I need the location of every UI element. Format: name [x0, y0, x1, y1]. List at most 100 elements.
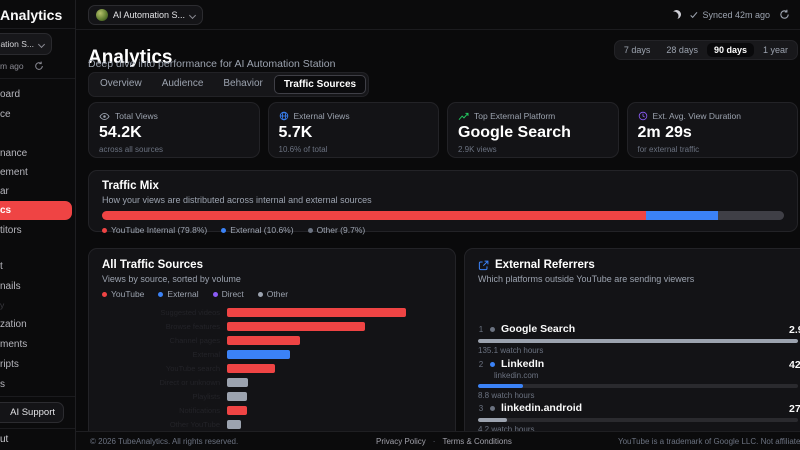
sidebar-item-ments[interactable]: ments [0, 336, 76, 353]
bar-category-label: Channel pages [169, 335, 220, 345]
divider [0, 396, 75, 397]
legend-label: YouTube [111, 289, 145, 299]
stat-subtext: across all sources [99, 145, 164, 154]
sidebar-channel-label: mation S... [0, 39, 34, 49]
sources-title: All Traffic Sources [102, 259, 203, 271]
sidebar-item-scripts[interactable]: ripts [0, 356, 76, 373]
referrers-subtitle: Which platforms outside YouTube are send… [478, 274, 695, 284]
legend-dot-icon [102, 291, 107, 297]
sync-label: m ago [0, 61, 24, 71]
sidebar-item-ement[interactable]: ement [0, 164, 76, 181]
external-referrers-card: External Referrers Which platforms outsi… [464, 248, 800, 432]
tab-overview[interactable]: Overview [91, 75, 151, 94]
sidebar-item-t[interactable]: t [0, 258, 76, 275]
legend-item: External [158, 289, 199, 299]
bar-category-label: External [192, 349, 220, 359]
legend-item: External (10.6%) [221, 225, 294, 235]
referrer-value: 27 [789, 403, 800, 415]
range-button-7-days[interactable]: 7 days [617, 43, 658, 57]
sidebar: Analytics mation S... m ago oard ce nance e… [0, 0, 76, 450]
referrer-progress-fill [478, 339, 798, 343]
stats-row: Total Views 54.2K across all sources Ext… [88, 102, 798, 158]
stat-value: 2m 29s [637, 124, 692, 141]
traffic-mix-stacked-bar [102, 211, 784, 220]
tab-traffic-sources[interactable]: Traffic Sources [273, 75, 367, 94]
referrer-progress-track [478, 418, 798, 422]
referrer-row-google-search[interactable]: 1 Google Search 2.9K 135.1 watch hours [478, 323, 800, 355]
chevron-down-icon [189, 11, 197, 19]
sidebar-item-analytics[interactable]: cs [0, 201, 72, 220]
ai-support-button[interactable]: AI Support [0, 402, 64, 423]
bar-category-label: Browse features [165, 321, 220, 331]
sources-subtitle: Views by source, sorted by volume [102, 274, 241, 284]
legend-item: YouTube Internal (79.8%) [102, 225, 207, 235]
sidebar-item-s[interactable]: s [0, 376, 76, 393]
stat-subtext: for external traffic [637, 145, 700, 154]
sidebar-item-logout[interactable]: ut [0, 434, 8, 445]
sync-status: Synced 42m ago [690, 10, 770, 20]
sidebar-item-ce[interactable]: ce [0, 106, 76, 123]
referrer-progress-track [478, 339, 798, 343]
stat-value: 54.2K [99, 124, 142, 141]
bar[interactable] [227, 307, 406, 317]
topbar: AI Automation S... Synced 42m ago [76, 0, 800, 30]
eye-icon [99, 112, 110, 120]
theme-toggle-moon-icon[interactable] [672, 10, 681, 19]
bar[interactable] [227, 335, 300, 345]
legend-dot-icon [221, 227, 227, 233]
bar-plot [227, 419, 442, 429]
sidebar-item-oard[interactable]: oard [0, 86, 76, 103]
sidebar-item-zation[interactable]: zation [0, 316, 76, 333]
stat-value: Google Search [458, 124, 571, 141]
range-button-90-days[interactable]: 90 days [706, 43, 754, 57]
sidebar-item-ar[interactable]: ar [0, 183, 76, 200]
sidebar-item-y[interactable]: y [0, 297, 76, 314]
referrer-row-linkedin[interactable]: 2 LinkedIn linkedin.com 42 8.8 watch hours [478, 358, 800, 400]
footer-copyright: © 2026 TubeAnalytics. All rights reserve… [90, 437, 239, 446]
traffic-mix-legend: YouTube Internal (79.8%) External (10.6%)… [102, 225, 784, 235]
referrer-progress-fill [478, 418, 507, 422]
channel-selector[interactable]: AI Automation S... [88, 5, 204, 25]
bar[interactable] [227, 419, 241, 429]
bar[interactable] [227, 377, 248, 387]
bar-category-label: YouTube search [165, 363, 220, 373]
footer-links: Privacy Policy · Terms & Conditions [376, 437, 512, 446]
stat-label: Top External Platform [474, 111, 556, 121]
traffic-mix-card: Traffic Mix How your views are distribut… [88, 170, 798, 235]
referrer-value: 42 [789, 359, 800, 371]
referrer-row-linkedin-android[interactable]: 3 linkedin.android 27 4.2 watch hours [478, 402, 800, 432]
refresh-icon[interactable] [779, 9, 790, 20]
bar-row: Notifications [102, 403, 442, 417]
bar[interactable] [227, 321, 365, 331]
privacy-policy-link[interactable]: Privacy Policy [376, 437, 426, 446]
referrer-progress-track [478, 384, 798, 388]
terms-link[interactable]: Terms & Conditions [442, 437, 511, 446]
bar-plot [227, 321, 442, 331]
sidebar-item-competitors[interactable]: titors [0, 222, 76, 239]
sidebar-item-nance[interactable]: nance [0, 145, 76, 162]
mix-segment-external [645, 211, 718, 220]
stat-card-top-platform: Top External Platform Google Search 2.9K… [447, 102, 619, 158]
sidebar-channel-selector[interactable]: mation S... [0, 33, 52, 55]
bar[interactable] [227, 363, 275, 373]
tab-audience[interactable]: Audience [153, 75, 213, 94]
referrer-name-line: 2 LinkedIn [478, 358, 798, 370]
page-subtitle: Deep dive into performance for AI Automa… [88, 58, 336, 70]
stat-subtext: 10.6% of total [278, 145, 328, 154]
channel-name: AI Automation S... [113, 10, 186, 20]
bar[interactable] [227, 391, 247, 401]
referrer-watch-hours: 135.1 watch hours [478, 346, 544, 355]
sidebar-item-thumbnails[interactable]: nails [0, 278, 76, 295]
bar[interactable] [227, 349, 290, 359]
legend-dot-icon [158, 291, 164, 297]
tab-behavior[interactable]: Behavior [214, 75, 271, 94]
referrer-dot-icon [490, 361, 495, 367]
range-button-1-year[interactable]: 1 year [756, 43, 795, 57]
referrer-rank: 1 [478, 324, 484, 334]
stat-value: 5.7K [278, 124, 313, 141]
bar[interactable] [227, 405, 247, 415]
footer-separator: · [432, 437, 436, 446]
range-button-28-days[interactable]: 28 days [659, 43, 705, 57]
refresh-icon[interactable] [34, 61, 44, 71]
bar-row: Direct or unknown [102, 375, 442, 389]
